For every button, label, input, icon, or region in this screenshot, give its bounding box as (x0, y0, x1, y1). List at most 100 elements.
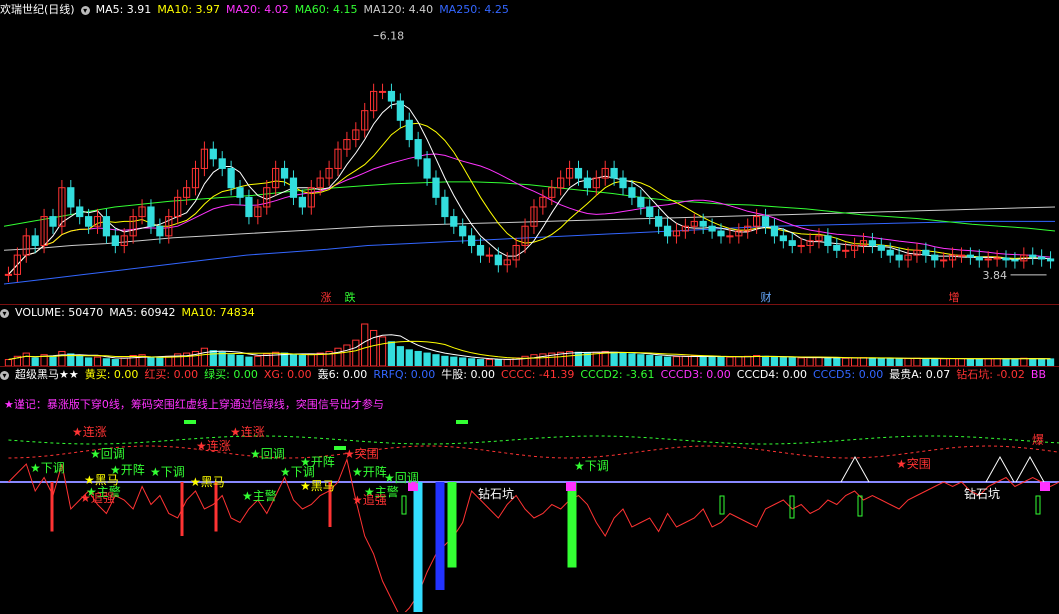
candle-body (833, 244, 841, 251)
volume-bar (405, 349, 413, 366)
candle-body (583, 177, 592, 189)
event-marker[interactable]: 财 (761, 290, 772, 304)
candle-body (868, 240, 877, 246)
volume-bar (788, 357, 796, 366)
candle-body (655, 216, 663, 227)
volume-bar (886, 358, 894, 366)
volume-bar (49, 356, 57, 366)
indicator-label: ★下调 (150, 465, 185, 479)
volume-panel-header: ▾ VOLUME: 50470 MA5: 60942 MA10: 74834 (0, 306, 267, 320)
candle-body (209, 148, 217, 160)
volume-bar (459, 357, 467, 366)
volume-bar (806, 357, 814, 366)
indicator-legend-item: 轰6: 0.00 (317, 368, 368, 381)
candle-body (102, 216, 111, 237)
indicator-chart[interactable]: ★连涨★连涨★连涨★回调 ★回调★回调★下调 ★下调 ★下调 ★下调★开阵★开阵★开阵★… (0, 412, 1059, 612)
candle-body (708, 225, 716, 232)
volume-bar (120, 357, 128, 366)
candle-body (966, 254, 975, 258)
candle-body (1038, 256, 1046, 260)
volume-bar (993, 358, 1001, 366)
volume-bar (156, 357, 164, 366)
candle-body (1046, 258, 1055, 262)
high-price-label: 6.18 (380, 30, 405, 43)
volume-bar (245, 356, 253, 366)
volume-chart[interactable] (0, 320, 1059, 366)
indicator-note: ★谨记：暴涨版下穿0线，筹码突围红虚线上穿通过信绿线，突围信号出才参与 (4, 398, 384, 411)
volume-bar (984, 358, 992, 366)
volume-bar (708, 356, 716, 366)
candle-body (476, 244, 485, 256)
volume-legend: VOLUME: 50470 MA5: 60942 MA10: 74834 (15, 306, 261, 319)
toggle-icon[interactable]: ▾ (0, 371, 9, 380)
green-marker (184, 420, 196, 424)
price-chart[interactable]: 6.18 3.84 涨跌 财 增 (0, 16, 1059, 306)
indicator-label: ★回调 (384, 471, 419, 485)
magenta-block (566, 482, 576, 491)
candle-body (1029, 254, 1037, 258)
indicator-label: ★开阵 (300, 455, 335, 469)
signal-bar (435, 482, 445, 590)
candle-body (156, 225, 164, 237)
indicator-legend-item: 超级黑马★★ (15, 368, 79, 381)
candle-body (485, 254, 494, 257)
candle-body (494, 254, 502, 266)
volume-bar (833, 357, 841, 366)
volume-bar (868, 357, 877, 366)
indicator-legend: 超级黑马★★ 黄买: 0.00 红买: 0.00 绿买: 0.00 XG: 0.00 轰6… (15, 368, 1052, 381)
price-legend-item: MA20: 4.02 (226, 3, 289, 16)
volume-bar (361, 323, 369, 366)
volume-bar (966, 358, 975, 366)
ma10-line (8, 122, 1051, 275)
toggle-icon[interactable]: ▾ (0, 309, 9, 318)
volume-bar (352, 339, 360, 366)
green-marker (456, 420, 468, 424)
indicator-label: ★黑马 (300, 479, 335, 493)
event-marker[interactable]: 增 (949, 290, 960, 304)
volume-bar (370, 329, 378, 366)
volume-bar (895, 358, 903, 366)
volume-bar (779, 357, 787, 366)
candle-body (405, 119, 413, 141)
candle-body (957, 254, 966, 257)
volume-legend-item: MA10: 74834 (181, 306, 255, 319)
volume-bar (334, 347, 342, 366)
volume-bar (842, 357, 850, 366)
volume-bar (147, 356, 155, 366)
volume-bar (646, 355, 654, 366)
volume-bar (637, 354, 645, 366)
volume-bar (815, 356, 823, 366)
volume-bar (254, 355, 262, 366)
signal-bar (413, 482, 423, 612)
event-marker[interactable]: 涨 (321, 291, 332, 304)
candle-body (289, 177, 298, 198)
volume-bar (22, 352, 30, 366)
candle-body (895, 254, 903, 261)
volume-bar (218, 351, 226, 366)
volume-bar (102, 358, 111, 366)
candle-body (824, 235, 832, 246)
candle-body (218, 158, 226, 169)
volume-bar (1046, 358, 1055, 366)
volume-bar (610, 351, 618, 366)
indicator-label: ★下调 (30, 461, 65, 475)
volume-bar (84, 357, 93, 366)
small-signal-bar (401, 495, 407, 515)
indicator-label: 爆 (1032, 433, 1044, 447)
low-price-label: 3.84 (983, 269, 1008, 282)
volume-bar (1020, 357, 1028, 366)
indicator-panel-header: ▾ 超级黑马★★ 黄买: 0.00 红买: 0.00 绿买: 0.00 XG: 0.00 轰… (0, 368, 1058, 382)
indicator-legend-item: 最贵A: 0.07 (889, 368, 951, 381)
indicator-legend-item: CCCD4: 0.00 (736, 368, 807, 381)
indicator-label: ★追强 (352, 492, 387, 507)
candle-body (378, 90, 387, 93)
event-marker[interactable]: 跌 (345, 290, 356, 304)
toggle-icon[interactable]: ▾ (80, 6, 90, 15)
candle-body (770, 225, 779, 237)
candle-body (922, 249, 930, 256)
volume-bar (690, 355, 698, 366)
volume-bar (824, 357, 832, 366)
volume-bar (76, 355, 84, 366)
volume-bar (387, 341, 396, 366)
volume-bar (663, 356, 672, 366)
